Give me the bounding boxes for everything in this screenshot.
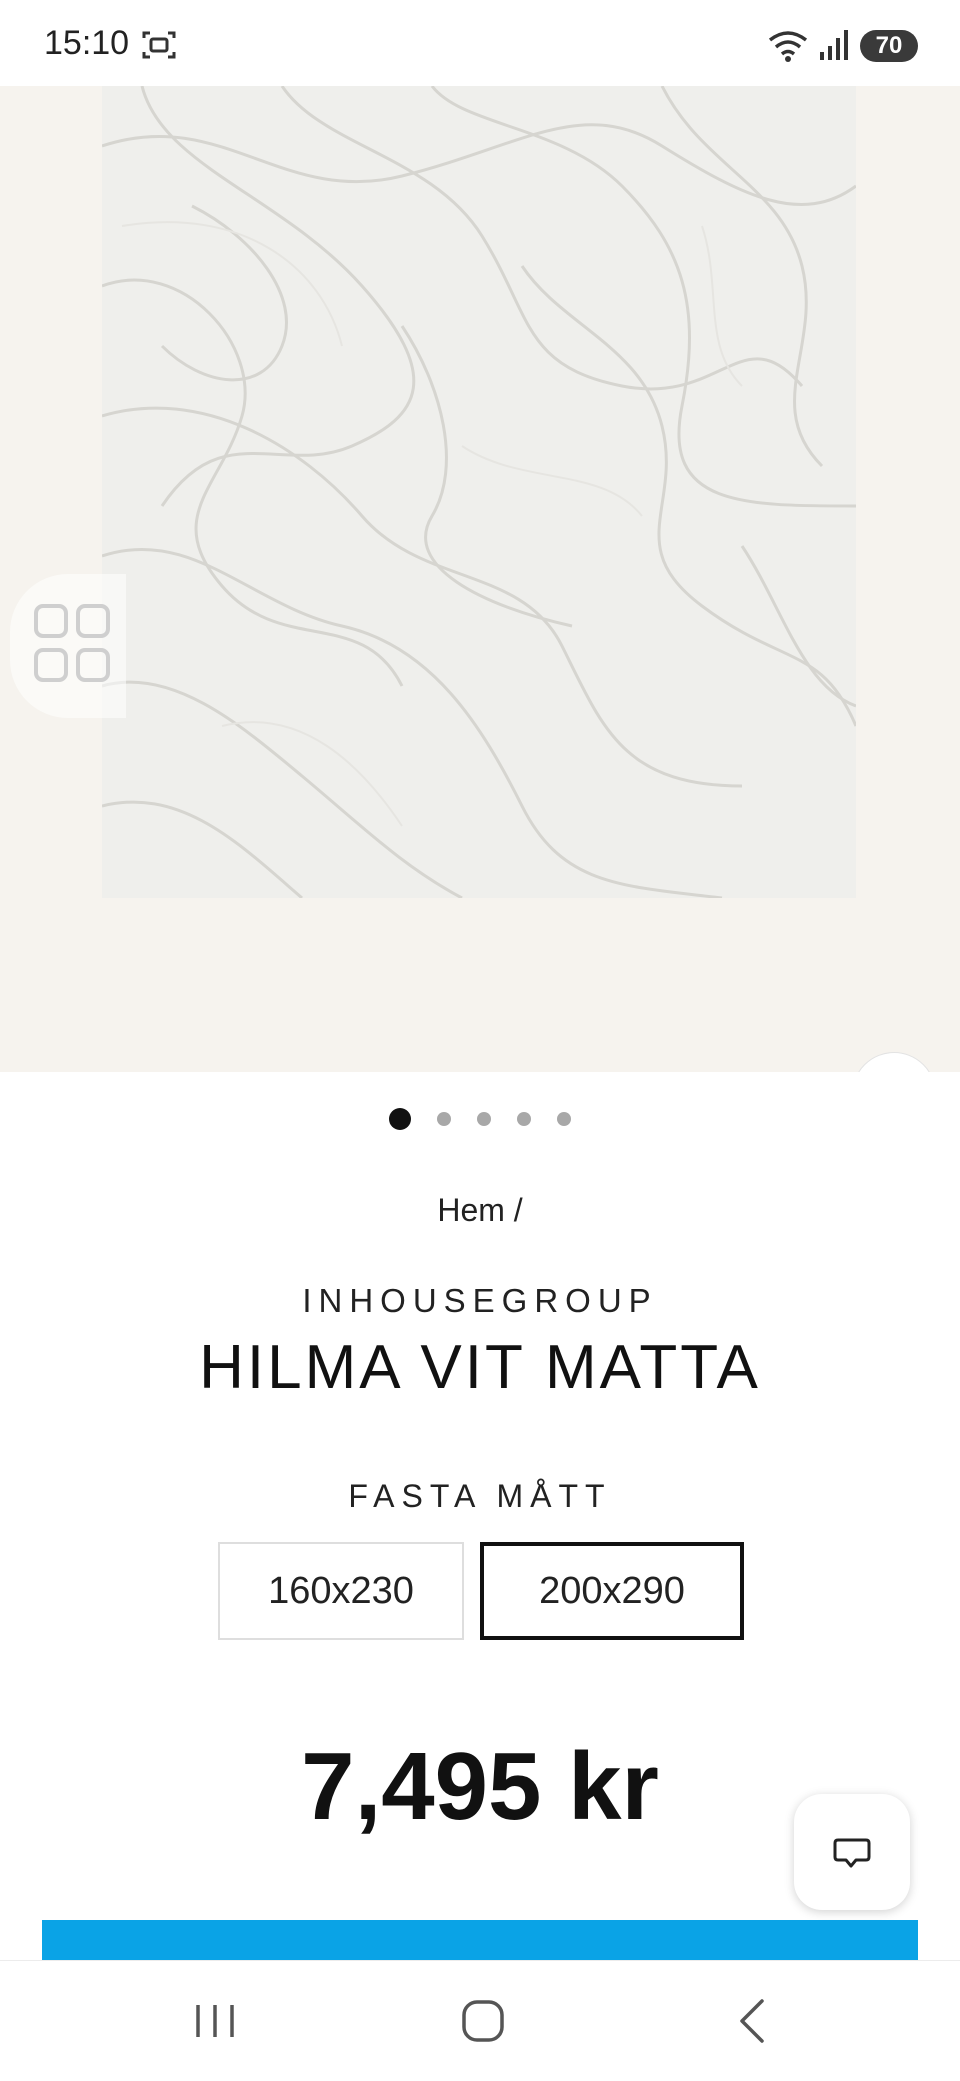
zoom-button[interactable] (852, 1052, 936, 1072)
search-icon (853, 1053, 935, 1072)
pagination-dot[interactable] (557, 1112, 571, 1126)
size-option-label: 200x290 (539, 1569, 685, 1612)
battery-icon: 70 (860, 30, 918, 62)
screenshot-icon (142, 30, 176, 60)
back-icon (740, 1999, 764, 2043)
product-image (102, 86, 856, 898)
brand-name[interactable]: INHOUSEGROUP (0, 1282, 960, 1320)
product-title: HILMA VIT MATTA (199, 1333, 761, 1402)
pagination-dot-active[interactable] (389, 1108, 411, 1130)
recent-apps-icon (196, 2005, 234, 2037)
pagination-dot[interactable] (437, 1112, 451, 1126)
grid-square-icon (34, 648, 68, 682)
size-heading: FASTA MÅTT (348, 1478, 612, 1514)
wifi-icon (766, 28, 810, 64)
system-navigation-bar (0, 1960, 960, 2081)
recent-apps-button[interactable] (180, 1989, 250, 2053)
grid-square-icon (76, 604, 110, 638)
signal-icon (818, 28, 852, 62)
status-time: 15:10 (44, 24, 130, 62)
breadcrumb[interactable]: Hem / (0, 1192, 960, 1229)
home-icon (462, 2000, 504, 2042)
grid-square-icon (34, 604, 68, 638)
size-option-label: 160x230 (268, 1569, 414, 1612)
pagination-dot[interactable] (477, 1112, 491, 1126)
chat-button[interactable] (794, 1794, 910, 1910)
home-button[interactable] (448, 1989, 518, 2053)
size-option-160x230[interactable]: 160x230 (218, 1542, 464, 1640)
chat-icon (833, 1838, 871, 1868)
status-bar: 15:10 70 (0, 0, 960, 86)
app-grid-bubble[interactable] (10, 574, 126, 718)
product-image-gallery[interactable] (0, 86, 960, 1072)
gallery-pagination (0, 1106, 960, 1132)
back-button[interactable] (718, 1989, 788, 2053)
pagination-dot[interactable] (517, 1112, 531, 1126)
grid-square-icon (76, 648, 110, 682)
size-option-200x290-selected[interactable]: 200x290 (480, 1542, 744, 1640)
